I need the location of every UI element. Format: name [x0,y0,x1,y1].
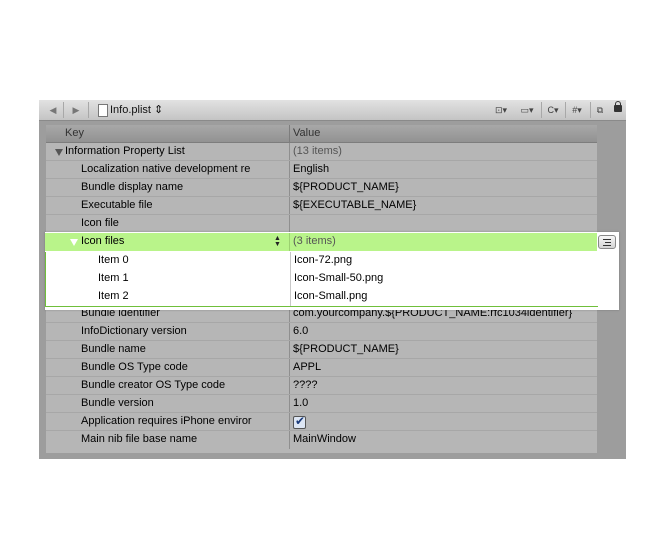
table-row[interactable]: InfoDictionary version 6.0 [46,323,597,341]
row-key: Icon files [81,235,125,247]
row-value[interactable]: APPL [293,361,321,373]
row-key: Application requires iPhone enviror [81,415,252,427]
forward-arrow-icon[interactable]: ▶ [70,103,82,117]
table-row[interactable]: Localization native development re Engli… [46,161,597,179]
icon-files-highlight: Icon files ▲ ▼ (3 items) Item 0 Icon-72.p… [45,232,619,310]
toolbar-divider [590,102,591,118]
row-key: Item 1 [98,272,129,284]
column-separator [289,341,290,359]
table-row[interactable]: Bundle display name ${PRODUCT_NAME} [46,179,597,197]
toolbar-divider [63,102,64,118]
row-key: Bundle version [81,397,154,409]
table-row[interactable]: Information Property List (13 items) [46,143,597,161]
column-separator [289,431,290,449]
column-header-key[interactable]: Key [65,127,84,139]
row-key: Bundle display name [81,181,184,193]
row-key: Executable file [81,199,153,211]
column-separator [289,143,290,161]
column-separator [289,179,290,197]
row-value: (13 items) [293,145,342,157]
row-value[interactable]: ${PRODUCT_NAME} [293,343,399,355]
toolbar-divider [541,102,542,118]
table-row[interactable]: Bundle version 1.0 [46,395,597,413]
disclosure-triangle-icon[interactable] [70,239,78,246]
hash-menu-button[interactable]: #▾ [567,103,587,117]
row-key: Bundle creator OS Type code [81,379,226,391]
row-value[interactable]: Icon-Small.png [294,290,367,302]
lock-icon[interactable] [614,101,622,112]
row-value[interactable]: MainWindow [293,433,356,445]
row-key: InfoDictionary version [81,325,187,337]
requires-iphone-checkbox[interactable] [293,414,306,429]
table-row[interactable]: Icon file [46,215,597,233]
table-row[interactable]: Main nib file base name MainWindow [46,431,597,449]
column-separator [289,215,290,233]
row-value[interactable]: Icon-72.png [294,254,352,266]
column-separator [289,161,290,179]
row-key: Bundle name [81,343,146,355]
file-name-popup[interactable]: Info.plist ⇕ [110,102,163,118]
toolbar-divider [88,102,89,118]
table-row[interactable]: Bundle name ${PRODUCT_NAME} [46,341,597,359]
selected-row-icon-files[interactable]: Icon files ▲ ▼ (3 items) [45,233,597,251]
disclosure-triangle-icon[interactable] [55,149,63,156]
row-key: Main nib file base name [81,433,198,445]
row-key: Item 0 [98,254,129,266]
table-row[interactable]: Executable file ${EXECUTABLE_NAME} [46,197,597,215]
table-row[interactable]: Bundle creator OS Type code ???? [46,377,597,395]
row-value[interactable]: ???? [293,379,317,391]
file-icon [98,104,108,117]
table-header: Key Value [46,125,597,143]
bookmark-icon[interactable]: ⊡▾ [491,103,511,117]
table-row[interactable]: Item 2 Icon-Small.png [45,288,598,307]
related-files-icon[interactable]: ▭▾ [515,103,539,117]
row-value[interactable]: 6.0 [293,325,308,337]
column-divider[interactable] [289,125,290,142]
type-stepper-icon[interactable]: ▲ ▼ [274,235,281,248]
column-separator [290,270,291,288]
column-separator [289,395,290,413]
row-key: Bundle OS Type code [81,361,188,373]
column-separator [289,233,290,251]
back-arrow-icon[interactable]: ◀ [47,103,59,117]
column-separator [289,413,290,431]
column-separator [290,252,291,270]
row-value[interactable]: Icon-Small-50.png [294,272,383,284]
column-separator [289,197,290,215]
row-key: Icon file [81,217,119,229]
c-menu-button[interactable]: C▾ [543,103,563,117]
table-row[interactable]: Application requires iPhone enviror [46,413,597,431]
column-header-value[interactable]: Value [293,127,320,139]
row-menu-button[interactable] [598,235,616,249]
table-row[interactable]: Bundle OS Type code APPL [46,359,597,377]
row-key: Information Property List [65,145,185,157]
column-separator [289,377,290,395]
row-value[interactable]: ${EXECUTABLE_NAME} [293,199,416,211]
table-row[interactable]: Item 1 Icon-Small-50.png [45,270,598,288]
row-key: Item 2 [98,290,129,302]
table-row[interactable]: Item 0 Icon-72.png [45,252,598,270]
toolbar-divider [565,102,566,118]
split-icon[interactable]: ⧉ [593,103,607,117]
row-key: Localization native development re [81,163,251,175]
column-separator [289,359,290,377]
row-value[interactable]: English [293,163,329,175]
column-separator [290,288,291,306]
column-separator [289,323,290,341]
row-value: (3 items) [293,235,336,247]
row-value[interactable]: 1.0 [293,397,308,409]
row-value[interactable]: ${PRODUCT_NAME} [293,181,399,193]
editor-toolbar: ◀ ▶ Info.plist ⇕ ⊡▾ ▭▾ C▾ #▾ ⧉ [39,100,626,121]
